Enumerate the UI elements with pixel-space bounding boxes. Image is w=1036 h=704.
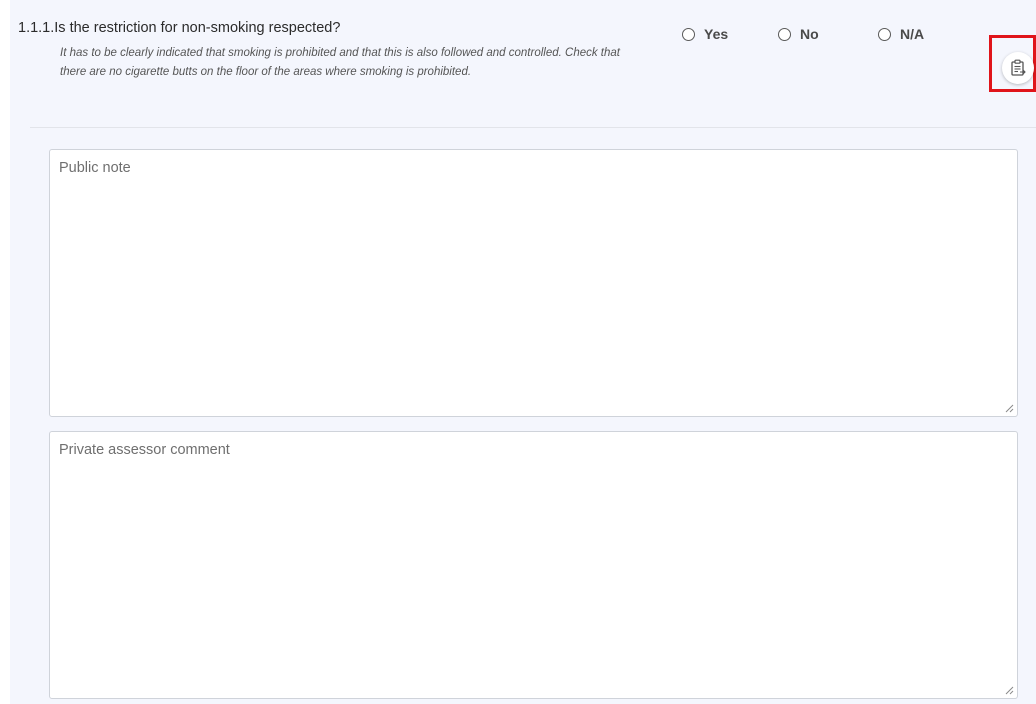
private-comment-textarea[interactable]: Private assessor comment (49, 431, 1018, 699)
yes-radio-button[interactable] (682, 27, 695, 41)
answer-yes-option[interactable]: Yes (682, 26, 728, 42)
private-comment-placeholder: Private assessor comment (59, 442, 230, 458)
answer-na-option[interactable]: N/A (878, 26, 924, 42)
public-note-placeholder: Public note (59, 160, 131, 176)
divider (30, 127, 1036, 128)
public-note-textarea[interactable]: Public note (49, 149, 1018, 417)
resize-handle-icon[interactable] (1004, 403, 1014, 413)
no-radio-button[interactable] (778, 27, 791, 41)
clipboard-button[interactable] (1002, 52, 1034, 84)
no-label: No (800, 26, 819, 42)
yes-label: Yes (704, 26, 729, 42)
na-label: N/A (900, 26, 925, 42)
na-radio-button[interactable] (878, 27, 891, 41)
question-text: Is the restriction for non-smoking respe… (54, 20, 341, 36)
question-description: It has to be clearly indicated that smok… (60, 47, 620, 78)
question-title: 1.1.1.Is the restriction for non-smoking… (18, 20, 340, 36)
resize-handle-icon[interactable] (1004, 685, 1014, 695)
answer-no-option[interactable]: No (778, 26, 819, 42)
question-panel: 1.1.1.Is the restriction for non-smoking… (10, 0, 1036, 704)
question-number: 1.1.1. (18, 20, 55, 36)
question-row: 1.1.1.Is the restriction for non-smoking… (10, 0, 1036, 128)
clipboard-icon (1011, 59, 1026, 76)
